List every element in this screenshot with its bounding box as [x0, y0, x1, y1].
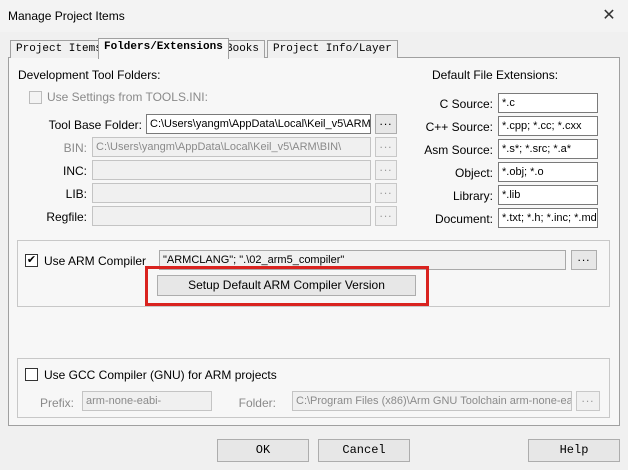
asm-source-field[interactable]: *.s*; *.src; *.a* — [498, 139, 598, 159]
object-label: Object: — [454, 166, 493, 180]
use-arm-compiler-label: Use ARM Compiler — [44, 254, 147, 268]
tool-base-field[interactable]: C:\Users\yangm\AppData\Local\Keil_v5\ARM — [146, 114, 371, 134]
c-source-field[interactable]: *.c — [498, 93, 598, 113]
gcc-folder-label: Folder: — [238, 396, 276, 410]
object-field[interactable]: *.obj; *.o — [498, 162, 598, 182]
bin-browse-button[interactable]: ... — [375, 137, 397, 157]
extensions-heading: Default File Extensions: — [432, 68, 559, 82]
arm-compiler-browse-button[interactable]: ... — [571, 250, 597, 270]
tool-base-label: Tool Base Folder: — [48, 118, 142, 132]
window-title: Manage Project Items — [8, 9, 125, 23]
ok-button[interactable]: OK — [217, 439, 309, 462]
document-label: Document: — [434, 212, 493, 226]
close-icon[interactable]: ✕ — [598, 5, 620, 27]
document-field[interactable]: *.txt; *.h; *.inc; *.md — [498, 208, 598, 228]
bin-field[interactable]: C:\Users\yangm\AppData\Local\Keil_v5\ARM… — [92, 137, 371, 157]
cancel-button[interactable]: Cancel — [318, 439, 410, 462]
regfile-browse-button[interactable]: ... — [375, 206, 397, 226]
asm-source-label: Asm Source: — [424, 143, 493, 157]
tab-folders-extensions[interactable]: Folders/Extensions — [98, 38, 229, 59]
highlight-annotation — [145, 266, 429, 306]
gcc-prefix-field[interactable]: arm-none-eabi- — [82, 391, 212, 411]
use-settings-label: Use Settings from TOOLS.INI: — [47, 90, 208, 104]
inc-field[interactable] — [92, 160, 371, 180]
dev-tools-heading: Development Tool Folders: — [18, 68, 161, 82]
help-button[interactable]: Help — [528, 439, 620, 462]
inc-browse-button[interactable]: ... — [375, 160, 397, 180]
regfile-label: Regfile: — [46, 210, 87, 224]
library-label: Library: — [452, 189, 493, 203]
lib-browse-button[interactable]: ... — [375, 183, 397, 203]
tab-project-info-layer[interactable]: Project Info/Layer — [267, 40, 398, 58]
cpp-source-label: C++ Source: — [425, 120, 493, 134]
gcc-prefix-label: Prefix: — [39, 396, 74, 410]
regfile-field[interactable] — [92, 206, 371, 226]
tab-project-items[interactable]: Project Items — [10, 40, 108, 58]
library-field[interactable]: *.lib — [498, 185, 598, 205]
gcc-folder-browse-button[interactable]: ... — [576, 391, 600, 411]
use-gcc-compiler-label: Use GCC Compiler (GNU) for ARM projects — [44, 368, 277, 382]
use-settings-checkbox[interactable] — [29, 91, 42, 104]
tool-base-browse-button[interactable]: ... — [375, 114, 397, 134]
use-arm-compiler-checkbox[interactable]: ✔ — [25, 254, 38, 267]
c-source-label: C Source: — [439, 97, 493, 111]
cpp-source-field[interactable]: *.cpp; *.cc; *.cxx — [498, 116, 598, 136]
use-gcc-compiler-checkbox[interactable] — [25, 368, 38, 381]
bin-label: BIN: — [63, 141, 87, 155]
lib-field[interactable] — [92, 183, 371, 203]
lib-label: LIB: — [65, 187, 87, 201]
gcc-folder-field[interactable]: C:\Program Files (x86)\Arm GNU Toolchain… — [292, 391, 572, 411]
inc-label: INC: — [63, 164, 87, 178]
